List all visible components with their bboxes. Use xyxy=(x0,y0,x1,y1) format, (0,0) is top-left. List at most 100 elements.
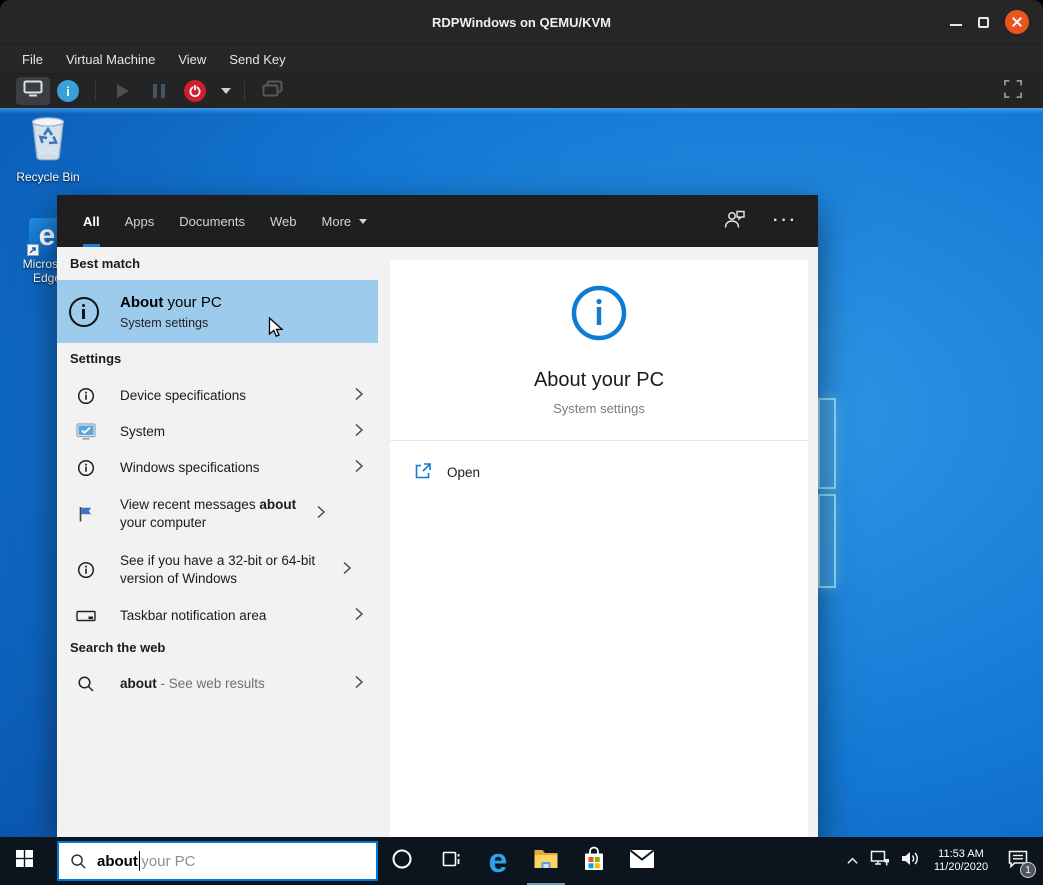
maximize-button[interactable] xyxy=(978,17,989,28)
chevron-right-icon xyxy=(316,505,326,524)
tab-more[interactable]: More xyxy=(322,195,368,247)
task-view-icon xyxy=(439,848,461,875)
search-preview-column: About your PC System settings Open xyxy=(378,247,818,837)
clock[interactable]: 11:53 AM 11/20/2020 xyxy=(930,848,992,875)
cortana-button[interactable] xyxy=(378,837,426,885)
system-tray: 11:53 AM 11/20/2020 1 xyxy=(839,837,1043,885)
vm-window: RDPWindows on QEMU/KVM File Virtual Mach… xyxy=(0,0,1043,885)
start-button[interactable] xyxy=(0,837,48,885)
system-monitor-icon xyxy=(76,423,96,441)
desktop-icon-label: Recycle Bin xyxy=(15,170,81,184)
tab-documents[interactable]: Documents xyxy=(179,195,245,247)
shutdown-button[interactable] xyxy=(177,77,213,105)
chevron-up-icon xyxy=(846,852,859,870)
shortcut-arrow-icon xyxy=(27,244,39,256)
displays-icon xyxy=(262,80,283,103)
shutdown-menu-button[interactable] xyxy=(213,77,235,105)
chevron-right-icon xyxy=(354,387,364,406)
search-suggestion-text: your PC xyxy=(141,853,195,870)
result-windows-specifications[interactable]: Windows specifications xyxy=(57,450,378,486)
preview-card: About your PC System settings Open xyxy=(390,260,808,837)
cortana-icon xyxy=(391,848,413,875)
task-view-button[interactable] xyxy=(426,837,474,885)
menu-send-key[interactable]: Send Key xyxy=(226,50,288,69)
action-center-button[interactable]: 1 xyxy=(997,837,1039,885)
windows-taskbar: about your PC e xyxy=(0,837,1043,885)
taskbar-mail-button[interactable] xyxy=(618,837,666,885)
run-button[interactable] xyxy=(105,77,141,105)
taskbar-edge-button[interactable]: e xyxy=(474,837,522,885)
window-title: RDPWindows on QEMU/KVM xyxy=(432,15,611,30)
best-match-header: Best match xyxy=(70,256,140,271)
chevron-down-icon xyxy=(359,219,367,224)
more-options-icon[interactable]: ··· xyxy=(773,212,798,230)
toolbar-separator xyxy=(95,81,96,101)
info-icon xyxy=(76,459,96,477)
volume-icon xyxy=(900,850,920,872)
show-vm-info-button[interactable]: i xyxy=(50,77,86,105)
menu-virtual-machine[interactable]: Virtual Machine xyxy=(63,50,158,69)
chevron-right-icon xyxy=(354,459,364,478)
preview-title: About your PC xyxy=(534,369,664,392)
settings-header: Settings xyxy=(70,351,121,366)
windows-logo-icon xyxy=(16,850,33,872)
search-icon xyxy=(70,853,87,870)
result-subtitle: System settings xyxy=(120,316,364,330)
clock-time: 11:53 AM xyxy=(930,848,992,862)
chevron-right-icon xyxy=(354,423,364,442)
account-icon[interactable] xyxy=(723,208,747,235)
tab-apps[interactable]: Apps xyxy=(125,195,155,247)
tab-web[interactable]: Web xyxy=(270,195,297,247)
fullscreen-button[interactable] xyxy=(995,77,1031,105)
network-icon xyxy=(870,850,890,872)
vm-toolbar: i xyxy=(0,73,1043,108)
result-system[interactable]: System xyxy=(57,414,378,450)
result-device-specifications[interactable]: Device specifications xyxy=(57,378,378,414)
pause-button[interactable] xyxy=(141,77,177,105)
result-web-about[interactable]: about - See web results xyxy=(57,666,378,702)
mouse-cursor xyxy=(268,317,284,344)
best-match-result-about-your-pc[interactable]: About your PC System settings xyxy=(57,280,378,343)
minimize-button[interactable] xyxy=(950,24,962,26)
tab-all[interactable]: All xyxy=(83,195,100,247)
wallpaper-logo-pane xyxy=(818,494,836,588)
flag-icon xyxy=(76,505,96,523)
result-see-if-32bit-64bit[interactable]: See if you have a 32-bit or 64-bit versi… xyxy=(57,544,378,596)
result-view-recent-messages[interactable]: View recent messages about your computer xyxy=(57,488,378,540)
mail-icon xyxy=(629,849,655,874)
menu-file[interactable]: File xyxy=(19,50,46,69)
volume-button[interactable] xyxy=(895,837,925,885)
titlebar[interactable]: RDPWindows on QEMU/KVM xyxy=(0,0,1043,44)
play-icon xyxy=(117,84,129,98)
tray-overflow-button[interactable] xyxy=(839,837,865,885)
search-icon xyxy=(76,675,96,693)
microsoft-store-icon xyxy=(582,846,606,877)
display-icon xyxy=(23,80,43,102)
open-action[interactable]: Open xyxy=(390,441,808,503)
menubar: File Virtual Machine View Send Key xyxy=(0,44,1043,73)
virtual-displays-button[interactable] xyxy=(254,77,290,105)
taskbar-apps: e xyxy=(378,837,666,885)
search-results-column: Best match About your PC System settings… xyxy=(57,247,378,837)
info-icon xyxy=(69,297,99,327)
file-explorer-icon xyxy=(533,848,559,875)
network-status-button[interactable] xyxy=(865,837,895,885)
show-graphical-console-button[interactable] xyxy=(16,77,50,105)
chevron-right-icon xyxy=(354,675,364,694)
dropdown-caret-icon xyxy=(221,88,231,94)
menu-view[interactable]: View xyxy=(175,50,209,69)
taskbar-store-button[interactable] xyxy=(570,837,618,885)
taskbar-file-explorer-button[interactable] xyxy=(522,837,570,885)
search-web-header: Search the web xyxy=(70,640,165,655)
info-icon xyxy=(76,387,96,405)
recycle-bin-icon xyxy=(26,149,70,166)
close-button[interactable] xyxy=(1005,10,1029,34)
result-taskbar-notification-area[interactable]: Taskbar notification area xyxy=(57,598,378,634)
chevron-right-icon xyxy=(354,607,364,626)
desktop-icon-recycle-bin[interactable]: Recycle Bin xyxy=(15,114,81,184)
search-tabs-bar: All Apps Documents Web More ··· xyxy=(57,195,818,247)
info-icon xyxy=(570,284,628,347)
taskbar-search-input[interactable]: about your PC xyxy=(57,841,378,881)
info-icon: i xyxy=(57,80,79,102)
edge-icon: e xyxy=(489,844,508,878)
